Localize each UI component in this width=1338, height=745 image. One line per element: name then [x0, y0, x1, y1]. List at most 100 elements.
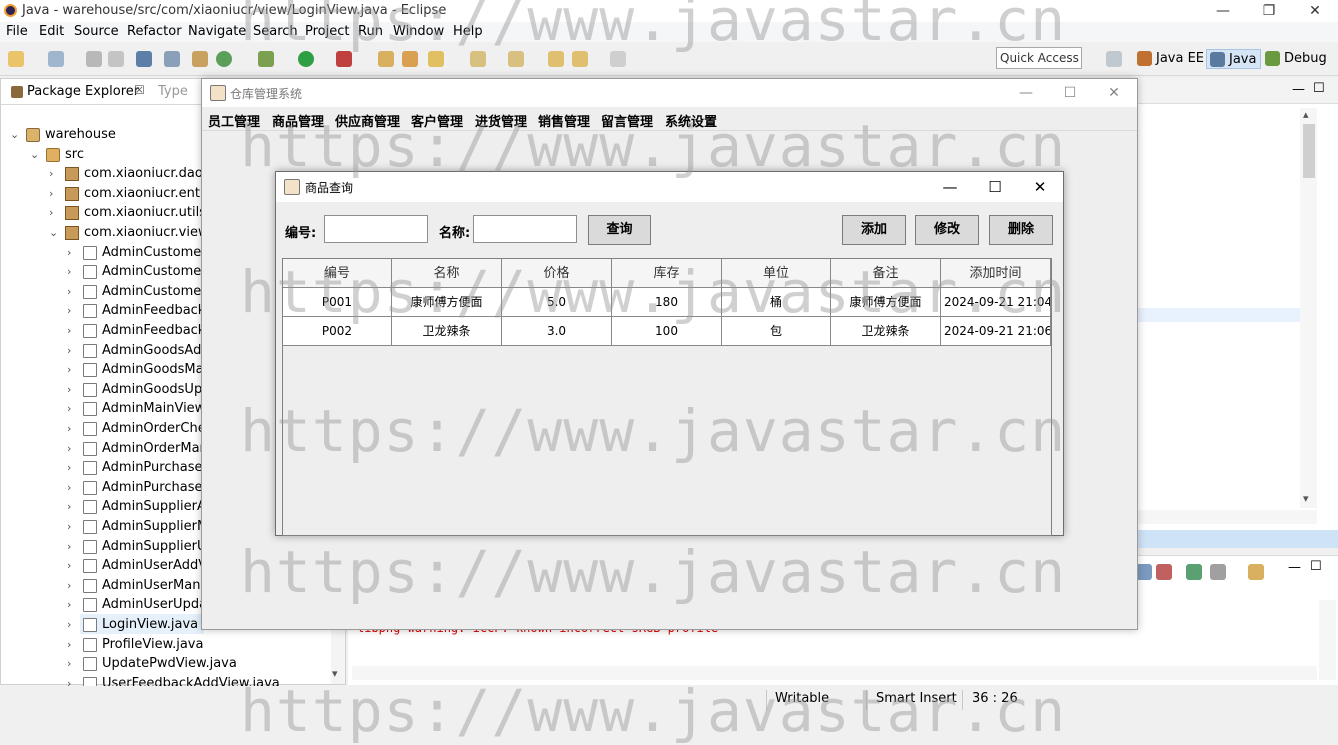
menu-employee-management[interactable]: 员工管理 [208, 111, 260, 130]
menu-source[interactable]: Source [74, 24, 119, 39]
save-icon[interactable] [86, 51, 102, 67]
tree-item[interactable]: › ProfileView.java [67, 635, 330, 654]
expand-icon[interactable]: › [67, 243, 79, 262]
perspective-java-ee[interactable]: Java EE [1134, 49, 1208, 69]
maximize-icon[interactable]: ☐ [973, 176, 1017, 198]
add-button[interactable]: 添加 [842, 215, 906, 245]
console-vertical-scrollbar[interactable] [1319, 600, 1336, 680]
minimize-icon[interactable]: — [1004, 82, 1048, 104]
table-row[interactable]: P001康师傅方便面5.0180桶康师傅方便面2024-09-21 21:04.… [283, 288, 1051, 317]
console-horizontal-scrollbar[interactable] [352, 666, 1317, 680]
tree-item[interactable]: › UpdatePwdView.java [67, 654, 330, 673]
editor-horizontal-scrollbar[interactable] [1137, 510, 1317, 524]
console-display-icon[interactable] [1136, 564, 1152, 580]
maximize-view-icon[interactable]: ☐ [1313, 81, 1325, 96]
name-input[interactable] [473, 215, 577, 243]
new-icon[interactable] [8, 51, 24, 67]
minimize-icon[interactable]: — [928, 176, 972, 198]
console-pin-icon[interactable] [1156, 564, 1172, 580]
expand-icon[interactable]: › [67, 537, 79, 556]
previous-annotation-icon[interactable] [508, 51, 524, 67]
menu-goods-management[interactable]: 商品管理 [272, 111, 324, 130]
expand-icon[interactable]: › [67, 341, 79, 360]
expand-icon[interactable]: › [67, 556, 79, 575]
expand-icon[interactable]: › [67, 360, 79, 379]
scroll-down-icon[interactable]: ▾ [1303, 492, 1309, 505]
open-task-icon[interactable] [402, 51, 418, 67]
minimize-icon[interactable]: — [1200, 0, 1246, 22]
expand-icon[interactable]: › [49, 203, 61, 222]
new-console-icon[interactable] [1248, 564, 1264, 580]
expand-icon[interactable]: › [67, 380, 79, 399]
skip-breakpoints-icon[interactable] [164, 51, 180, 67]
menu-window[interactable]: Window [393, 24, 444, 39]
edit-button[interactable]: 修改 [915, 215, 979, 245]
quick-access-input[interactable]: Quick Access [996, 47, 1082, 69]
table-header-cell[interactable]: 备注 [831, 259, 941, 288]
table-row[interactable]: P002卫龙辣条3.0100包卫龙辣条2024-09-21 21:06... [283, 317, 1051, 346]
scroll-down-icon[interactable]: ▾ [332, 667, 338, 680]
menu-system-settings[interactable]: 系统设置 [665, 111, 717, 130]
menu-purchase-management[interactable]: 进货管理 [475, 111, 527, 130]
new-class-icon[interactable] [192, 51, 208, 67]
expand-icon[interactable]: › [67, 458, 79, 477]
expand-icon[interactable]: › [67, 654, 79, 673]
new-project-icon[interactable] [48, 51, 64, 67]
collapse-icon[interactable]: ⌄ [30, 145, 42, 164]
menu-help[interactable]: Help [453, 24, 483, 39]
expand-icon[interactable]: › [49, 184, 61, 203]
expand-icon[interactable]: › [67, 615, 79, 634]
menu-sales-management[interactable]: 销售管理 [538, 111, 590, 130]
collapse-icon[interactable]: ⌄ [49, 223, 61, 242]
save-all-icon[interactable] [108, 51, 124, 67]
editor-scroll-thumb[interactable] [1303, 124, 1315, 178]
table-header-cell[interactable]: 价格 [502, 259, 612, 288]
last-edit-location-icon[interactable] [548, 51, 564, 67]
table-header-cell[interactable]: 名称 [392, 259, 502, 288]
expand-icon[interactable]: › [67, 262, 79, 281]
close-icon[interactable]: ✕ [1292, 0, 1338, 22]
refresh-icon[interactable] [216, 51, 232, 67]
expand-icon[interactable]: › [67, 301, 79, 320]
forward-icon[interactable] [610, 51, 626, 67]
debug-icon[interactable] [258, 51, 274, 67]
restore-icon[interactable]: ❐ [1246, 0, 1292, 22]
menu-file[interactable]: File [6, 24, 28, 39]
menu-supplier-management[interactable]: 供应商管理 [335, 111, 400, 130]
console-icon[interactable] [136, 51, 152, 67]
open-perspective-icon[interactable] [1106, 51, 1122, 67]
maximize-icon[interactable]: ☐ [1048, 82, 1092, 104]
maximize-view-icon[interactable]: ☐ [1310, 559, 1322, 574]
expand-icon[interactable]: › [67, 282, 79, 301]
table-header-cell[interactable]: 编号 [283, 259, 392, 288]
console-menu-icon[interactable] [1210, 564, 1226, 580]
table-header-cell[interactable]: 单位 [722, 259, 831, 288]
search-button[interactable]: 查询 [588, 215, 651, 245]
expand-icon[interactable]: › [67, 321, 79, 340]
expand-icon[interactable]: › [67, 595, 79, 614]
menu-refactor[interactable]: Refactor [127, 24, 182, 39]
type-hierarchy-tab[interactable]: Type [158, 84, 188, 99]
minimize-view-icon[interactable]: — [1288, 560, 1301, 575]
open-type-icon[interactable] [378, 51, 394, 67]
open-console-icon[interactable] [1186, 564, 1202, 580]
expand-icon[interactable]: › [67, 439, 79, 458]
collapse-icon[interactable]: ⌄ [10, 125, 22, 144]
menu-run[interactable]: Run [358, 24, 383, 39]
table-header-cell[interactable]: 添加时间 [941, 259, 1051, 288]
external-tools-icon[interactable] [336, 51, 352, 67]
expand-icon[interactable]: › [67, 517, 79, 536]
table-header-cell[interactable]: 库存 [612, 259, 722, 288]
run-icon[interactable] [298, 51, 314, 67]
close-icon[interactable]: ☒ [134, 83, 145, 97]
scroll-up-icon[interactable]: ▴ [1303, 108, 1309, 121]
expand-icon[interactable]: › [49, 164, 61, 183]
close-icon[interactable]: ✕ [1018, 176, 1062, 198]
perspective-java[interactable]: Java [1206, 49, 1262, 69]
code-input[interactable] [324, 215, 428, 243]
delete-button[interactable]: 删除 [989, 215, 1053, 245]
expand-icon[interactable]: › [67, 419, 79, 438]
expand-icon[interactable]: › [67, 635, 79, 654]
search-icon[interactable] [428, 51, 444, 67]
expand-icon[interactable]: › [67, 478, 79, 497]
